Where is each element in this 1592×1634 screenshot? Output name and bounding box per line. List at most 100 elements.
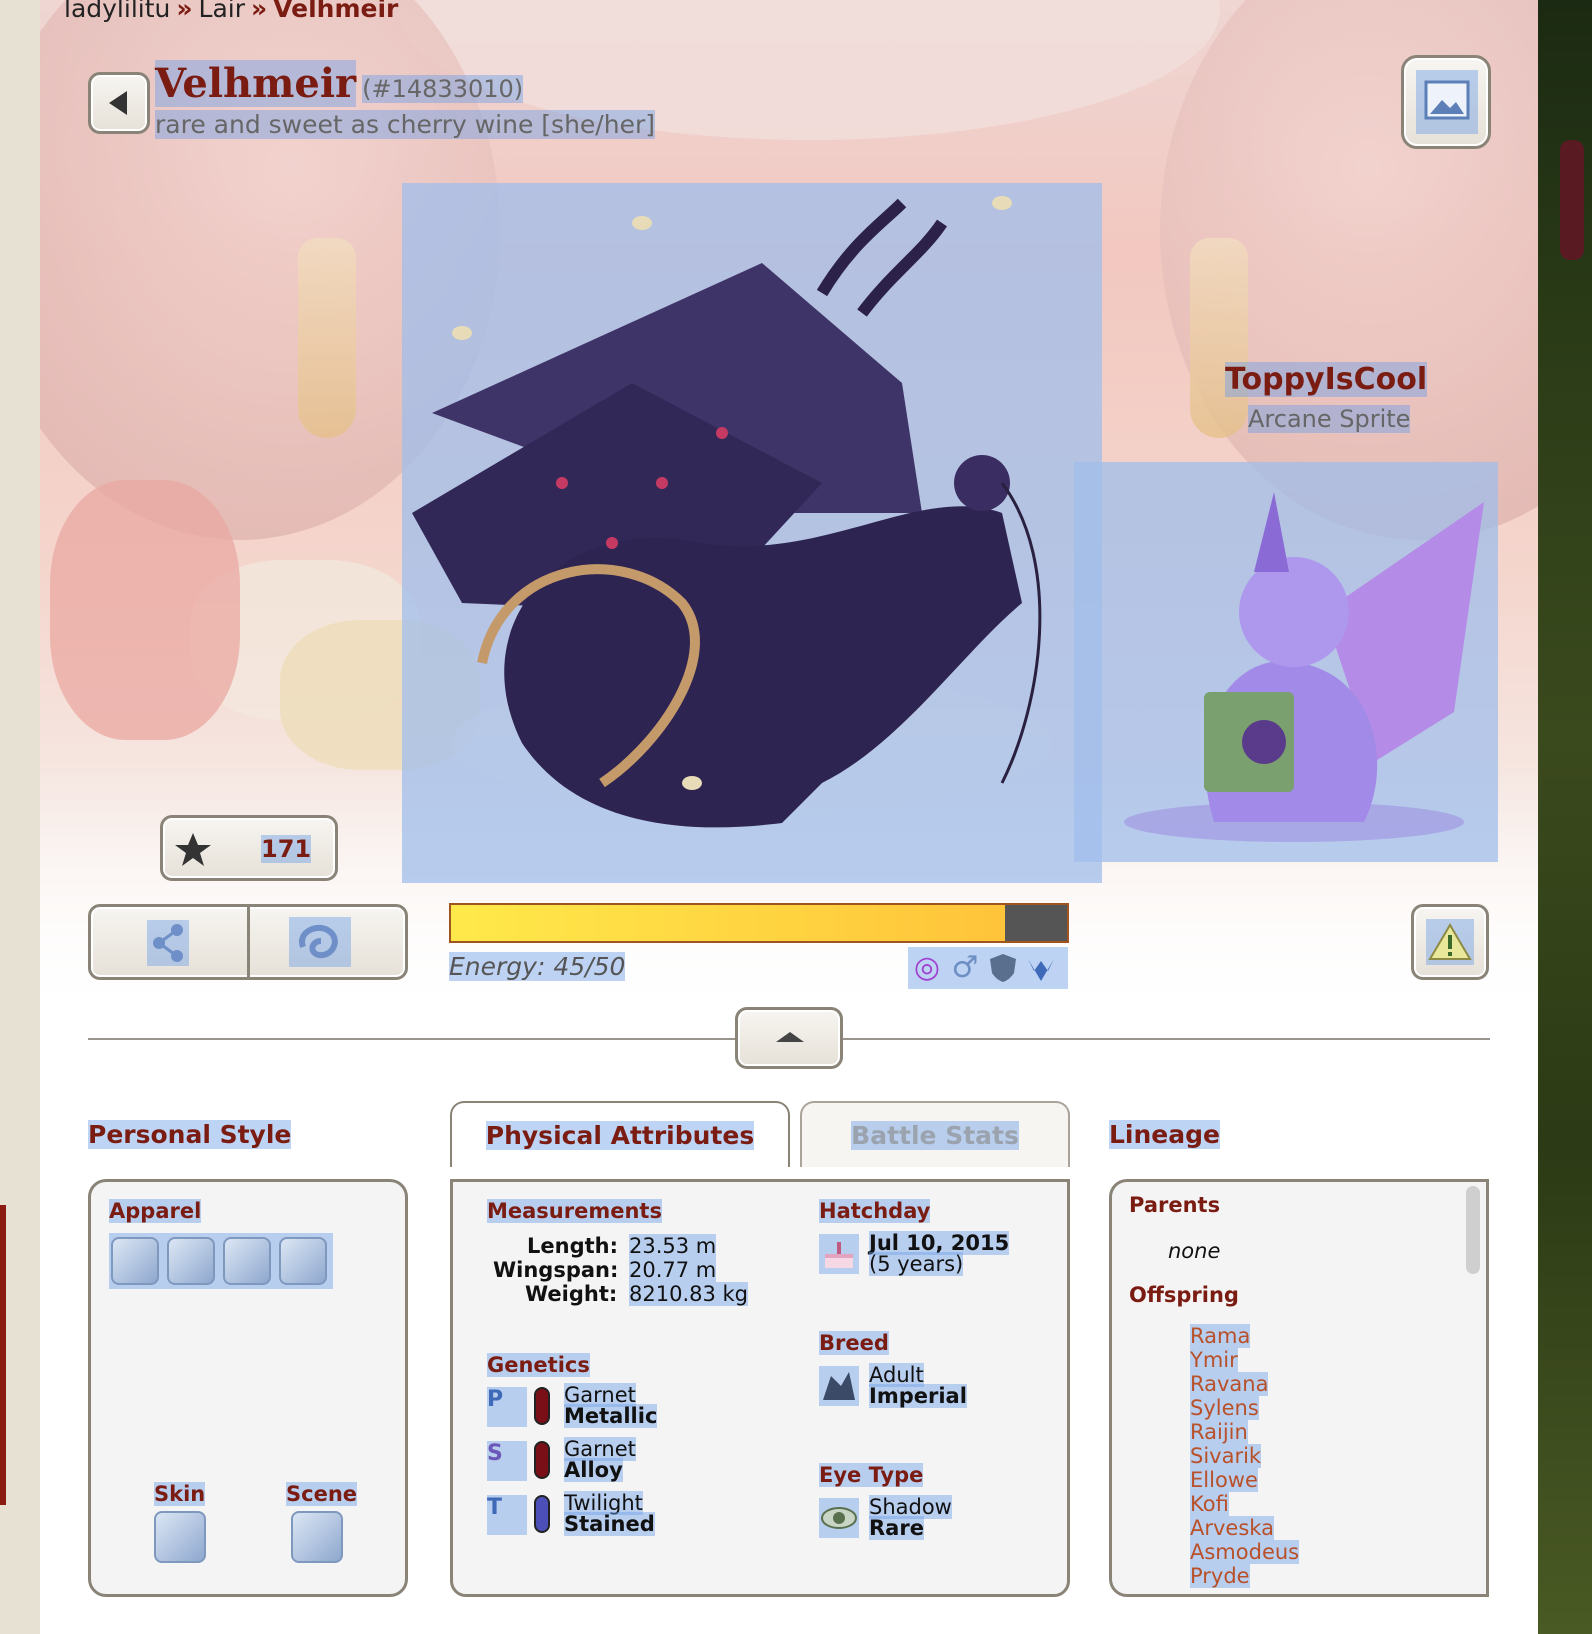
weight-value: 8210.83 kg — [629, 1282, 749, 1306]
apparel-item-icon[interactable] — [111, 1237, 159, 1285]
apparel-item-icon[interactable] — [223, 1237, 271, 1285]
primary-gene: Metallic — [564, 1404, 658, 1428]
offspring-link[interactable]: Ymir — [1190, 1348, 1238, 1372]
hatchday-age: (5 years) — [869, 1252, 964, 1276]
secondary-gene-icon[interactable]: S — [487, 1441, 527, 1481]
left-arrow-icon — [109, 91, 127, 115]
tertiary-gene: Stained — [564, 1512, 655, 1536]
tab-battle-stats[interactable]: Battle Stats — [800, 1101, 1070, 1167]
offspring-link[interactable]: Ravana — [1190, 1372, 1269, 1396]
tertiary-color-swatch — [534, 1495, 550, 1533]
scry-button[interactable] — [289, 917, 351, 967]
shield-icon[interactable] — [986, 951, 1020, 985]
offspring-link[interactable]: Sivarik — [1190, 1444, 1262, 1468]
length-label: Length: — [527, 1234, 618, 1258]
breadcrumb-lair[interactable]: Lair — [199, 0, 245, 23]
wingspan-label: Wingspan: — [493, 1258, 619, 1282]
apparel-item-icon[interactable] — [279, 1237, 327, 1285]
lineage-title: Lineage — [1109, 1120, 1220, 1149]
dragon-profile-panel: ladylilitu» Lair» Velhmeir Velhmeir (#14833… — [40, 0, 1538, 1634]
offspring-link[interactable]: Asmodeus — [1190, 1540, 1300, 1564]
scene-item-icon[interactable] — [291, 1511, 343, 1563]
offspring-link[interactable]: Kofi — [1190, 1492, 1229, 1516]
scry-swirl-icon — [299, 924, 338, 959]
lineage-scrollbar[interactable] — [1466, 1186, 1480, 1274]
scene-label: Scene — [286, 1482, 358, 1506]
share-button[interactable] — [147, 920, 189, 966]
star-icon — [175, 833, 211, 866]
back-button[interactable] — [88, 72, 150, 134]
apparel-label: Apparel — [109, 1199, 202, 1223]
wingspan-value: 20.77 m — [629, 1258, 717, 1282]
secondary-gene: Alloy — [564, 1458, 623, 1482]
dragon-badges: ◎ ♂ — [908, 947, 1068, 989]
familiar-image — [1074, 462, 1498, 862]
length-value: 23.53 m — [629, 1234, 717, 1258]
apparel-item-icon[interactable] — [167, 1237, 215, 1285]
dragon-tagline: rare and sweet as cherry wine [she/her] — [155, 110, 655, 139]
skin-label: Skin — [154, 1482, 206, 1506]
picture-frame-icon — [1424, 80, 1470, 120]
breadcrumb-user[interactable]: ladylilitu — [64, 0, 170, 23]
cake-icon — [819, 1234, 859, 1274]
familiar-type: Arcane Sprite — [1248, 405, 1411, 433]
tassel-left — [298, 238, 356, 438]
report-button[interactable] — [1411, 904, 1489, 980]
dragon-name: Velhmeir — [155, 60, 357, 107]
primary-color-swatch — [534, 1387, 550, 1425]
eye-type-label: Eye Type — [819, 1463, 924, 1487]
breed-label: Breed — [819, 1331, 889, 1355]
measurements-label: Measurements — [487, 1199, 662, 1223]
secondary-color-swatch — [534, 1441, 550, 1479]
parents-value: none — [1168, 1239, 1221, 1263]
parents-label: Parents — [1129, 1193, 1221, 1217]
collapse-button[interactable] — [735, 1007, 843, 1069]
lineage-box — [1109, 1179, 1489, 1597]
chevron-up-icon — [776, 1032, 804, 1042]
dragon-illustration — [412, 196, 1052, 828]
familiar-name[interactable]: ToppyIsCool — [1225, 362, 1428, 397]
dragon-name-row: Velhmeir (#14833010) — [155, 60, 524, 107]
share-icon — [153, 924, 183, 962]
male-gender-icon[interactable]: ♂ — [948, 951, 982, 985]
eye-rarity: Rare — [869, 1516, 924, 1540]
primary-gene-icon[interactable]: P — [487, 1387, 527, 1427]
eye-icon — [819, 1498, 859, 1538]
energy-bar — [449, 903, 1069, 943]
imperial-breed-icon[interactable] — [819, 1366, 859, 1406]
tab-physical-attributes[interactable]: Physical Attributes — [450, 1101, 790, 1167]
dragon-actions — [88, 904, 408, 980]
dragon-id: (#14833010) — [362, 75, 524, 103]
dragon-image — [402, 183, 1102, 883]
arcane-sprite-illustration — [1124, 492, 1484, 842]
page-background-art — [1538, 0, 1592, 1634]
breed-name: Imperial — [869, 1384, 967, 1408]
flight-arcane-icon[interactable]: ◎ — [910, 951, 944, 985]
favorite-button[interactable]: 171 — [160, 815, 338, 881]
skin-item-icon[interactable] — [154, 1511, 206, 1563]
warning-icon — [1428, 923, 1472, 960]
tassel-right — [1190, 238, 1248, 438]
page-left-margin — [0, 0, 40, 1634]
offspring-link[interactable]: Rama — [1190, 1324, 1251, 1348]
breadcrumb-current: Velhmeir — [273, 0, 399, 23]
wings-icon[interactable] — [1024, 951, 1058, 985]
offspring-link[interactable]: Raijin — [1190, 1420, 1248, 1444]
genetics-label: Genetics — [487, 1353, 590, 1377]
energy-label: Energy: 45/50 — [449, 952, 626, 981]
offspring-link[interactable]: Pryde — [1190, 1564, 1250, 1588]
breadcrumb: ladylilitu» Lair» Velhmeir — [64, 0, 398, 23]
offspring-link[interactable]: Arveska — [1190, 1516, 1274, 1540]
favorite-count: 171 — [261, 835, 312, 863]
side-accent-bar — [0, 1205, 6, 1505]
offspring-label: Offspring — [1129, 1283, 1239, 1307]
hatchday-label: Hatchday — [819, 1199, 931, 1223]
offspring-link[interactable]: Sylens — [1190, 1396, 1259, 1420]
scene-preview-button[interactable] — [1401, 55, 1491, 149]
tertiary-gene-icon[interactable]: T — [487, 1495, 527, 1535]
apparel-items — [109, 1233, 333, 1289]
personal-style-title: Personal Style — [88, 1120, 292, 1149]
energy-bar-fill — [451, 905, 1006, 941]
offspring-link[interactable]: Ellowe — [1190, 1468, 1258, 1492]
weight-label: Weight: — [525, 1282, 618, 1306]
